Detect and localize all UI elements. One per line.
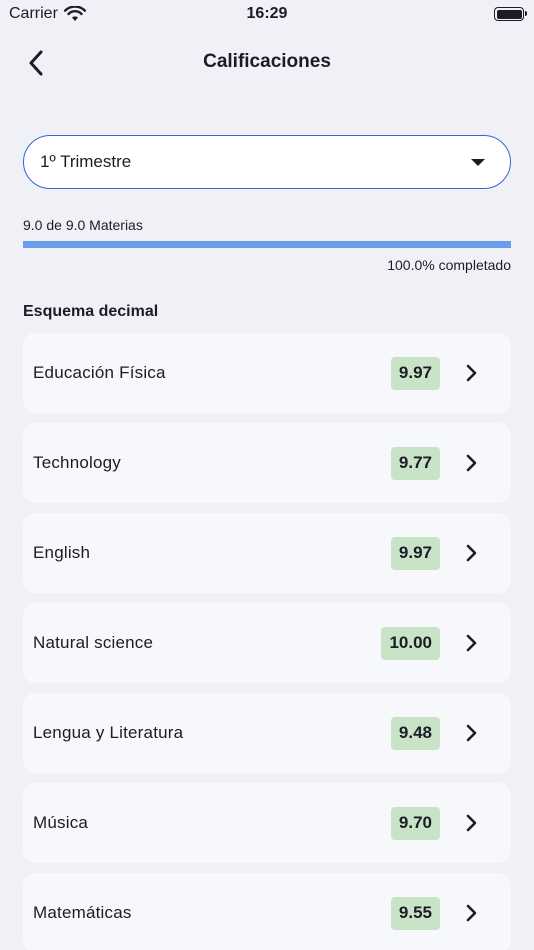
chevron-right-icon bbox=[466, 904, 477, 922]
page-title: Calificaciones bbox=[203, 51, 331, 72]
battery-level bbox=[496, 9, 522, 19]
grades-screen: Carrier 16:29 Calificaciones 1º Trimestr… bbox=[0, 0, 534, 950]
subject-card[interactable]: Música 9.70 bbox=[23, 783, 511, 863]
grade-badge: 9.77 bbox=[390, 446, 440, 480]
subject-name: Technology bbox=[33, 453, 122, 472]
grade-badge: 9.48 bbox=[390, 716, 440, 750]
progress-percent: 100.0% completado bbox=[387, 257, 511, 273]
chevron-right-icon bbox=[466, 634, 477, 652]
period-dropdown[interactable]: 1º Trimestre bbox=[23, 135, 511, 189]
subject-card[interactable]: English 9.97 bbox=[23, 513, 511, 593]
grade-badge: 9.55 bbox=[390, 896, 440, 930]
status-time: 16:29 bbox=[246, 5, 288, 22]
subject-name: Educación Física bbox=[33, 363, 166, 382]
status-bar: Carrier 16:29 bbox=[0, 0, 534, 30]
subject-name: Matemáticas bbox=[33, 903, 132, 922]
progress-bar bbox=[23, 241, 511, 248]
chevron-right-icon bbox=[466, 814, 477, 832]
battery-icon bbox=[494, 7, 527, 21]
subject-card[interactable]: Lengua y Literatura 9.48 bbox=[23, 693, 511, 773]
header: Calificaciones bbox=[0, 38, 534, 86]
subject-card[interactable]: Technology 9.77 bbox=[23, 423, 511, 503]
grade-badge: 10.00 bbox=[381, 626, 440, 660]
chevron-right-icon bbox=[466, 364, 477, 382]
grade-badge: 9.97 bbox=[390, 536, 440, 570]
subject-name: Lengua y Literatura bbox=[33, 723, 184, 742]
progress-label: 9.0 de 9.0 Materias bbox=[23, 217, 143, 233]
section-title: Esquema decimal bbox=[23, 303, 159, 320]
period-dropdown-value: 1º Trimestre bbox=[40, 152, 132, 171]
grade-badge: 9.97 bbox=[390, 356, 440, 390]
subject-name: Natural science bbox=[33, 633, 154, 652]
subject-card[interactable]: Matemáticas 9.55 bbox=[23, 873, 511, 950]
subject-name: Música bbox=[33, 813, 89, 832]
caret-down-icon bbox=[471, 159, 485, 166]
chevron-right-icon bbox=[466, 454, 477, 472]
subject-card[interactable]: Natural science 10.00 bbox=[23, 603, 511, 683]
subject-list: Educación Física 9.97 Technology 9.77 En… bbox=[23, 333, 511, 950]
chevron-right-icon bbox=[466, 724, 477, 742]
grade-badge: 9.70 bbox=[390, 806, 440, 840]
chevron-right-icon bbox=[466, 544, 477, 562]
subject-name: English bbox=[33, 543, 91, 562]
subject-card[interactable]: Educación Física 9.97 bbox=[23, 333, 511, 413]
progress-bar-fill bbox=[23, 241, 511, 248]
